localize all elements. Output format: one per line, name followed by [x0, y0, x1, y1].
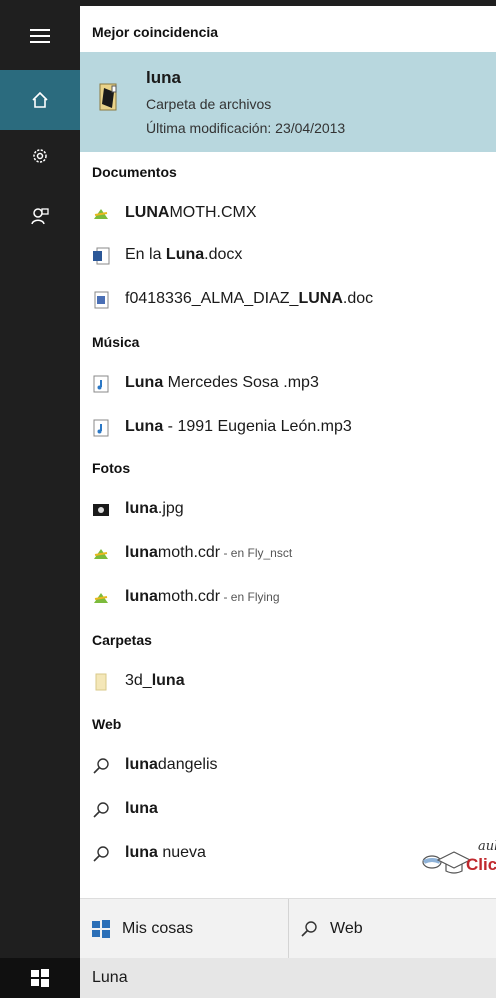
logo-text-clic: Clic: [466, 855, 496, 874]
result-text: En la: [125, 246, 166, 263]
best-match-title: luna: [146, 68, 181, 87]
section-photos: Fotos: [92, 460, 131, 476]
photo-result[interactable]: luna.jpg: [80, 490, 496, 530]
result-text: moth.cdr: [157, 588, 221, 605]
search-box[interactable]: Luna: [80, 958, 496, 998]
settings-button[interactable]: [0, 126, 80, 186]
match-text: luna: [125, 756, 158, 773]
search-icon: [92, 801, 110, 819]
coreldraw-icon: [92, 589, 110, 607]
match-text: luna: [125, 500, 158, 517]
photo-result[interactable]: lunamoth.cdr - en Fly_nsct: [80, 534, 496, 574]
photo-result[interactable]: lunamoth.cdr - en Flying: [80, 578, 496, 618]
match-text: luna: [125, 544, 158, 561]
result-text: - 1991 Eugenia León.mp3: [163, 418, 352, 435]
word-doc-icon: [92, 247, 110, 265]
menu-icon: [30, 29, 50, 43]
match-text: Luna: [125, 374, 164, 391]
result-text: nueva: [157, 844, 206, 861]
search-icon: [92, 757, 110, 775]
match-text: Luna: [165, 246, 205, 263]
result-text: dangelis: [157, 756, 218, 773]
result-text: .doc: [342, 290, 374, 307]
match-text: Luna: [125, 418, 164, 435]
windows-icon: [92, 920, 110, 938]
home-button[interactable]: [0, 70, 80, 130]
best-match-item[interactable]: luna Carpeta de archivos Última modifica…: [80, 52, 496, 152]
folder-result[interactable]: 3d_luna: [80, 662, 496, 702]
results-panel: Mejor coincidencia luna Carpeta de archi…: [80, 6, 496, 898]
search-icon: [301, 921, 317, 937]
result-text: .docx: [204, 246, 243, 263]
start-button[interactable]: [0, 958, 80, 998]
my-stuff-tab[interactable]: Mis cosas: [92, 899, 193, 959]
home-icon: [32, 91, 48, 108]
match-text: LUNA: [125, 204, 170, 221]
search-query: Luna: [92, 969, 128, 986]
left-rail: [0, 0, 80, 998]
result-location: - en Flying: [220, 590, 280, 604]
section-web: Web: [92, 716, 122, 732]
web-suggestion[interactable]: luna: [80, 790, 496, 830]
section-music: Música: [92, 334, 140, 350]
result-text: .jpg: [157, 500, 184, 517]
logo-text-aula: aula: [478, 839, 496, 854]
result-text: moth.cdr: [157, 544, 221, 561]
best-match-modified: Última modificación: 23/04/2013: [146, 120, 346, 136]
result-text: MOTH.CMX: [169, 204, 257, 221]
coreldraw-icon: [92, 205, 110, 223]
result-text: f0418336_ALMA_DIAZ_: [125, 290, 299, 307]
result-text: Mercedes Sosa .mp3: [163, 374, 319, 391]
best-match-type: Carpeta de archivos: [146, 96, 272, 112]
divider: [288, 899, 289, 959]
document-result[interactable]: En la Luna.docx: [80, 236, 496, 276]
match-text: luna: [125, 844, 158, 861]
web-tab[interactable]: Web: [300, 899, 363, 959]
section-best-match: Mejor coincidencia: [92, 24, 219, 40]
section-documents: Documentos: [92, 164, 177, 180]
filter-bar: Mis cosas Web: [80, 898, 496, 959]
coreldraw-icon: [92, 545, 110, 563]
match-text: LUNA: [298, 290, 343, 307]
match-text: luna: [125, 588, 158, 605]
folder-icon: [98, 82, 120, 117]
my-stuff-label: Mis cosas: [122, 920, 194, 937]
document-result[interactable]: f0418336_ALMA_DIAZ_LUNA.doc: [80, 280, 496, 320]
match-text: luna: [151, 672, 185, 689]
gear-icon: [33, 149, 47, 163]
music-result[interactable]: Luna Mercedes Sosa .mp3: [80, 364, 496, 404]
audio-file-icon: [92, 419, 110, 437]
folder-icon: [92, 673, 110, 691]
document-result[interactable]: LUNAMOTH.CMX: [80, 194, 496, 234]
hamburger-menu-button[interactable]: [0, 6, 80, 66]
music-result[interactable]: Luna - 1991 Eugenia León.mp3: [80, 408, 496, 448]
image-file-icon: [92, 501, 110, 519]
feedback-icon: [31, 208, 49, 225]
result-location: - en Fly_nsct: [220, 546, 293, 560]
result-text: 3d_: [125, 672, 152, 689]
windows-logo-icon: [31, 969, 49, 987]
audio-file-icon: [92, 375, 110, 393]
feedback-button[interactable]: [0, 186, 80, 246]
section-folders: Carpetas: [92, 632, 152, 648]
web-suggestion[interactable]: lunadangelis: [80, 746, 496, 786]
match-text: luna: [125, 800, 158, 817]
word-doc-icon: [92, 291, 110, 309]
search-icon: [92, 845, 110, 863]
aulaclic-logo: aula Clic: [420, 838, 496, 883]
web-label: Web: [330, 920, 363, 937]
